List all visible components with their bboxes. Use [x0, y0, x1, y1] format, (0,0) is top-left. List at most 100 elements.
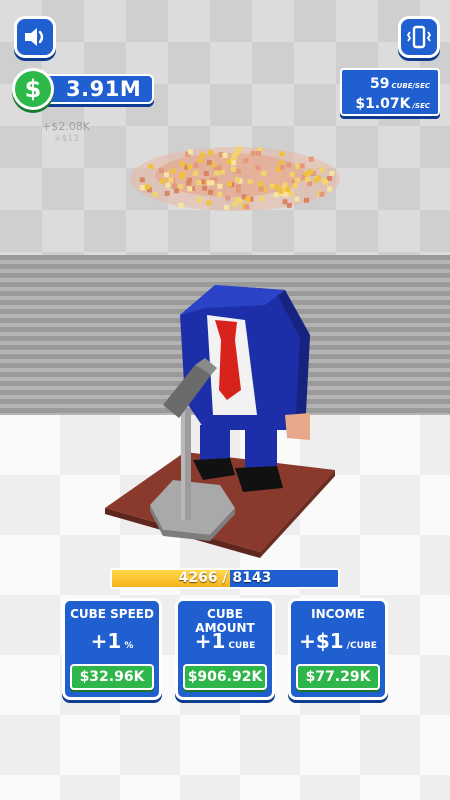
pile-cube — [219, 169, 225, 175]
pile-cube — [255, 165, 261, 171]
pile-cube — [273, 192, 279, 198]
pile-cube — [148, 163, 154, 169]
money-rate-unit: /SEC — [412, 102, 430, 110]
cube-rate-unit: CUBE/SEC — [391, 82, 430, 90]
pile-cube — [197, 157, 203, 163]
pile-cube — [323, 179, 329, 185]
pile-cube — [286, 162, 292, 168]
pile-cube — [304, 197, 310, 203]
pile-cube — [294, 177, 300, 183]
vibration-button[interactable] — [398, 16, 440, 58]
pile-cube — [274, 184, 280, 190]
pile-cube — [226, 159, 232, 165]
pile-cube — [171, 183, 177, 189]
speaker-icon — [25, 28, 44, 46]
pile-cube — [222, 152, 228, 158]
pile-cube — [236, 188, 242, 194]
pile-cube — [285, 187, 291, 193]
pile-cube — [237, 146, 243, 152]
pile-cube — [234, 177, 240, 183]
pile-cube — [295, 164, 301, 170]
upgrade-card-income: INCOME +$1/CUBE $77.29K — [288, 598, 388, 700]
upgrade-amount-value: +1 — [194, 629, 226, 653]
cube-pile — [130, 146, 340, 211]
pile-cube — [199, 152, 205, 158]
pile-cube — [243, 158, 249, 164]
pile-cube — [214, 170, 220, 176]
pile-cube — [207, 189, 213, 195]
pile-cube — [186, 180, 192, 186]
upgrade-title: INCOME — [311, 607, 365, 621]
rate-panel: 59 CUBE/SEC $1.07K/SEC — [340, 68, 440, 116]
pile-cube — [187, 186, 193, 192]
pile-cube — [286, 202, 292, 208]
pile-cube — [206, 160, 212, 166]
pile-cube — [269, 183, 275, 189]
pile-cube — [257, 181, 263, 187]
pile-cube — [160, 178, 166, 184]
buy-income-button[interactable]: $77.29K — [296, 664, 380, 690]
floating-gain-text-small: +$13 — [54, 134, 79, 144]
pile-cube — [319, 167, 325, 173]
upgrade-title: CUBE SPEED — [70, 607, 154, 621]
floating-gain-text: +$2.08K — [42, 120, 90, 133]
pile-cube — [258, 186, 264, 192]
pile-cube — [170, 168, 176, 174]
pile-cube — [158, 168, 164, 174]
voxel-statue — [105, 285, 335, 558]
pile-cube — [244, 204, 250, 210]
pile-cube — [292, 183, 298, 189]
pile-cube — [168, 177, 174, 183]
upgrade-card-cube-amount: CUBE AMOUNT +1 CUBE $906.92K — [175, 598, 275, 700]
pile-cube — [192, 170, 198, 176]
pile-cube — [231, 153, 237, 159]
pile-cube — [208, 150, 214, 156]
pile-cube — [327, 186, 333, 192]
progress-label: 4266 / 8143 — [178, 570, 272, 586]
pile-cube — [223, 204, 229, 210]
pile-cube — [209, 180, 215, 186]
pile-cube — [329, 170, 335, 176]
money-rate: $1.07K/SEC — [355, 93, 430, 112]
cube-rate: 59 CUBE/SEC — [370, 73, 430, 92]
pile-cube — [217, 191, 223, 197]
pile-cube — [313, 177, 319, 183]
buy-cube-speed-button[interactable]: $32.96K — [70, 664, 154, 690]
pile-cube — [203, 171, 209, 177]
pile-cube — [216, 165, 222, 171]
pile-cube — [230, 166, 236, 172]
upgrade-amount-value: +1 — [90, 629, 122, 653]
buy-cube-amount-button[interactable]: $906.92K — [183, 664, 267, 690]
sound-button[interactable] — [14, 16, 56, 58]
upgrade-amount-unit: /CUBE — [346, 641, 377, 651]
pile-cube — [236, 168, 242, 174]
pile-cube — [217, 183, 223, 189]
pile-cube — [139, 177, 145, 183]
pile-cube — [144, 184, 150, 190]
dollar-icon: $ — [12, 68, 54, 110]
money-counter: 3.91M $ — [12, 68, 154, 110]
pile-cube — [319, 191, 325, 197]
pile-cube — [193, 162, 199, 168]
pile-cube — [279, 164, 285, 170]
upgrade-amount-unit: CUBE — [228, 641, 256, 651]
pile-cube — [163, 172, 169, 178]
upgrade-card-cube-speed: CUBE SPEED +1% $32.96K — [62, 598, 162, 700]
pile-cube — [278, 188, 284, 194]
pile-cube — [139, 185, 145, 191]
pile-cube — [308, 169, 314, 175]
pile-cube — [250, 150, 256, 156]
pile-cube — [179, 161, 185, 167]
pile-cube — [202, 185, 208, 191]
pile-cube — [226, 181, 232, 187]
pile-cube — [259, 196, 265, 202]
pile-cube — [232, 202, 238, 208]
pile-cube — [282, 182, 288, 188]
pile-cube — [187, 164, 193, 170]
pile-cube — [225, 195, 231, 201]
pile-cube — [289, 171, 295, 177]
upgrade-amount-value: +$1 — [299, 629, 344, 653]
cube-rate-value: 59 — [370, 76, 390, 92]
pile-cube — [245, 196, 251, 202]
pile-cube — [304, 177, 310, 183]
